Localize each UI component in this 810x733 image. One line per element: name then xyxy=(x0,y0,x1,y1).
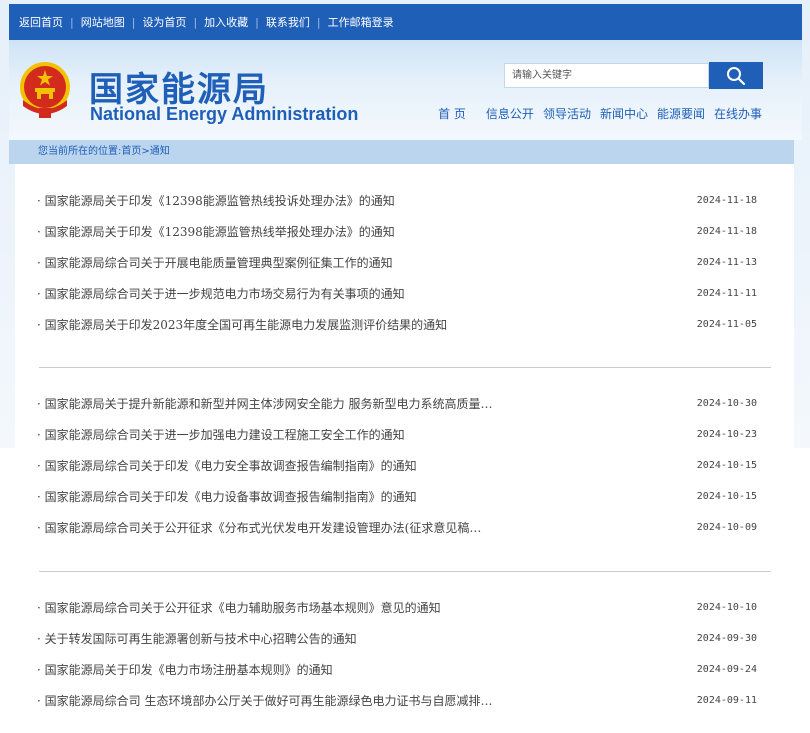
list-item[interactable]: · 国家能源局关于印发《12398能源监管热线投诉处理办法》的通知 2024-1… xyxy=(37,190,763,210)
notice-title[interactable]: · 国家能源局综合司关于印发《电力安全事故调查报告编制指南》的通知 xyxy=(37,457,417,474)
nav-item-home[interactable]: 首 页 xyxy=(438,105,466,122)
notice-date: 2024-10-09 xyxy=(696,521,757,533)
notice-date: 2024-09-30 xyxy=(696,632,757,644)
separator: | xyxy=(131,15,136,29)
link-work-email-login[interactable]: 工作邮箱登录 xyxy=(328,14,394,30)
notice-title[interactable]: · 国家能源局综合司 生态环境部办公厅关于做好可再生能源绿色电力证书与自愿减排… xyxy=(37,692,492,709)
list-item[interactable]: · 国家能源局关于印发《12398能源监管热线举报处理办法》的通知 2024-1… xyxy=(37,221,763,241)
link-return-home[interactable]: 返回首页 xyxy=(19,14,63,30)
list-item[interactable]: · 国家能源局关于印发2023年度全国可再生能源电力发展监测评价结果的通知 20… xyxy=(37,314,763,334)
main-nav: 首 页 信息公开 领导活动 新闻中心 能源要闻 在线办事 xyxy=(438,105,762,122)
list-item[interactable]: · 国家能源局综合司关于开展电能质量管理典型案例征集工作的通知 2024-11-… xyxy=(37,252,763,272)
list-item[interactable]: · 国家能源局关于提升新能源和新型并网主体涉网安全能力 服务新型电力系统高质量…… xyxy=(37,393,763,413)
notice-title[interactable]: · 国家能源局关于提升新能源和新型并网主体涉网安全能力 服务新型电力系统高质量… xyxy=(37,395,492,412)
notice-title[interactable]: · 国家能源局关于印发《12398能源监管热线投诉处理办法》的通知 xyxy=(37,192,395,209)
nav-item-energy-news[interactable]: 能源要闻 xyxy=(657,105,705,122)
logo-english-name[interactable]: National Energy Administration xyxy=(90,104,358,125)
notice-title[interactable]: · 国家能源局综合司关于印发《电力设备事故调查报告编制指南》的通知 xyxy=(37,488,417,505)
notice-list: · 国家能源局关于印发《12398能源监管热线投诉处理办法》的通知 2024-1… xyxy=(15,164,794,724)
nav-item-online-services[interactable]: 在线办事 xyxy=(714,105,762,122)
notice-date: 2024-11-13 xyxy=(696,256,757,268)
notice-date: 2024-11-05 xyxy=(696,318,757,330)
separator: | xyxy=(193,15,198,29)
notice-title[interactable]: · 国家能源局综合司关于进一步加强电力建设工程施工安全工作的通知 xyxy=(37,426,405,443)
list-item[interactable]: · 国家能源局综合司关于进一步加强电力建设工程施工安全工作的通知 2024-10… xyxy=(37,424,763,444)
separator: | xyxy=(255,15,259,29)
list-item[interactable]: · 国家能源局综合司关于公开征求《分布式光伏发电开发建设管理办法(征求意见稿… … xyxy=(37,517,763,537)
list-item[interactable]: · 国家能源局关于印发《电力市场注册基本规则》的通知 2024-09-24 xyxy=(37,659,763,679)
notice-date: 2024-10-10 xyxy=(696,601,757,613)
notice-title[interactable]: · 国家能源局综合司关于开展电能质量管理典型案例征集工作的通知 xyxy=(37,254,393,271)
breadcrumb: 您当前所在的位置:首页>通知 xyxy=(9,140,794,164)
link-contact-us[interactable]: 联系我们 xyxy=(266,14,310,30)
top-link-bar: 返回首页 | 网站地图 | 设为首页 | 加入收藏 | 联系我们 | 工作邮箱登… xyxy=(9,4,802,40)
separator: | xyxy=(70,15,74,29)
notice-title[interactable]: · 国家能源局综合司关于进一步规范电力市场交易行为有关事项的通知 xyxy=(37,285,405,302)
list-item[interactable]: · 国家能源局综合司 生态环境部办公厅关于做好可再生能源绿色电力证书与自愿减排…… xyxy=(37,690,763,710)
list-item[interactable]: · 国家能源局综合司关于进一步规范电力市场交易行为有关事项的通知 2024-11… xyxy=(37,283,763,303)
nav-item-info-disclosure[interactable]: 信息公开 xyxy=(486,105,534,122)
list-item[interactable]: · 关于转发国际可再生能源署创新与技术中心招聘公告的通知 2024-09-30 xyxy=(37,628,763,648)
notice-date: 2024-09-11 xyxy=(696,694,757,706)
notice-date: 2024-10-15 xyxy=(696,459,757,471)
list-item[interactable]: · 国家能源局综合司关于公开征求《电力辅助服务市场基本规则》意见的通知 2024… xyxy=(37,597,763,617)
list-item[interactable]: · 国家能源局综合司关于印发《电力安全事故调查报告编制指南》的通知 2024-1… xyxy=(37,455,763,475)
nav-item-leader-activities[interactable]: 领导活动 xyxy=(543,105,591,122)
separator: | xyxy=(316,15,321,29)
list-item[interactable]: · 国家能源局综合司关于印发《电力设备事故调查报告编制指南》的通知 2024-1… xyxy=(37,486,763,506)
notice-title[interactable]: · 国家能源局关于印发2023年度全国可再生能源电力发展监测评价结果的通知 xyxy=(37,316,447,333)
divider xyxy=(39,571,771,572)
divider xyxy=(39,367,771,368)
link-set-homepage[interactable]: 设为首页 xyxy=(142,14,186,30)
notice-date: 2024-10-30 xyxy=(696,397,757,409)
notice-date: 2024-10-15 xyxy=(696,490,757,502)
notice-date: 2024-11-18 xyxy=(696,225,757,237)
notice-title[interactable]: · 关于转发国际可再生能源署创新与技术中心招聘公告的通知 xyxy=(37,630,357,647)
search-input[interactable]: 请输入关键字 xyxy=(504,63,709,88)
link-add-favorite[interactable]: 加入收藏 xyxy=(204,14,248,30)
national-emblem-icon[interactable] xyxy=(17,60,73,120)
notice-title[interactable]: · 国家能源局关于印发《12398能源监管热线举报处理办法》的通知 xyxy=(37,223,395,240)
notice-title[interactable]: · 国家能源局综合司关于公开征求《电力辅助服务市场基本规则》意见的通知 xyxy=(37,599,441,616)
site-header: 国家能源局 National Energy Administration 请输入… xyxy=(9,40,802,140)
notice-date: 2024-11-18 xyxy=(696,194,757,206)
search-button[interactable] xyxy=(709,62,763,89)
notice-date: 2024-10-23 xyxy=(696,428,757,440)
nav-item-news-center[interactable]: 新闻中心 xyxy=(600,105,648,122)
notice-date: 2024-09-24 xyxy=(696,663,757,675)
notice-title[interactable]: · 国家能源局综合司关于公开征求《分布式光伏发电开发建设管理办法(征求意见稿… xyxy=(37,519,481,536)
notice-date: 2024-11-11 xyxy=(696,287,757,299)
search-icon xyxy=(727,66,746,85)
notice-title[interactable]: · 国家能源局关于印发《电力市场注册基本规则》的通知 xyxy=(37,661,333,678)
link-site-map[interactable]: 网站地图 xyxy=(81,14,125,30)
